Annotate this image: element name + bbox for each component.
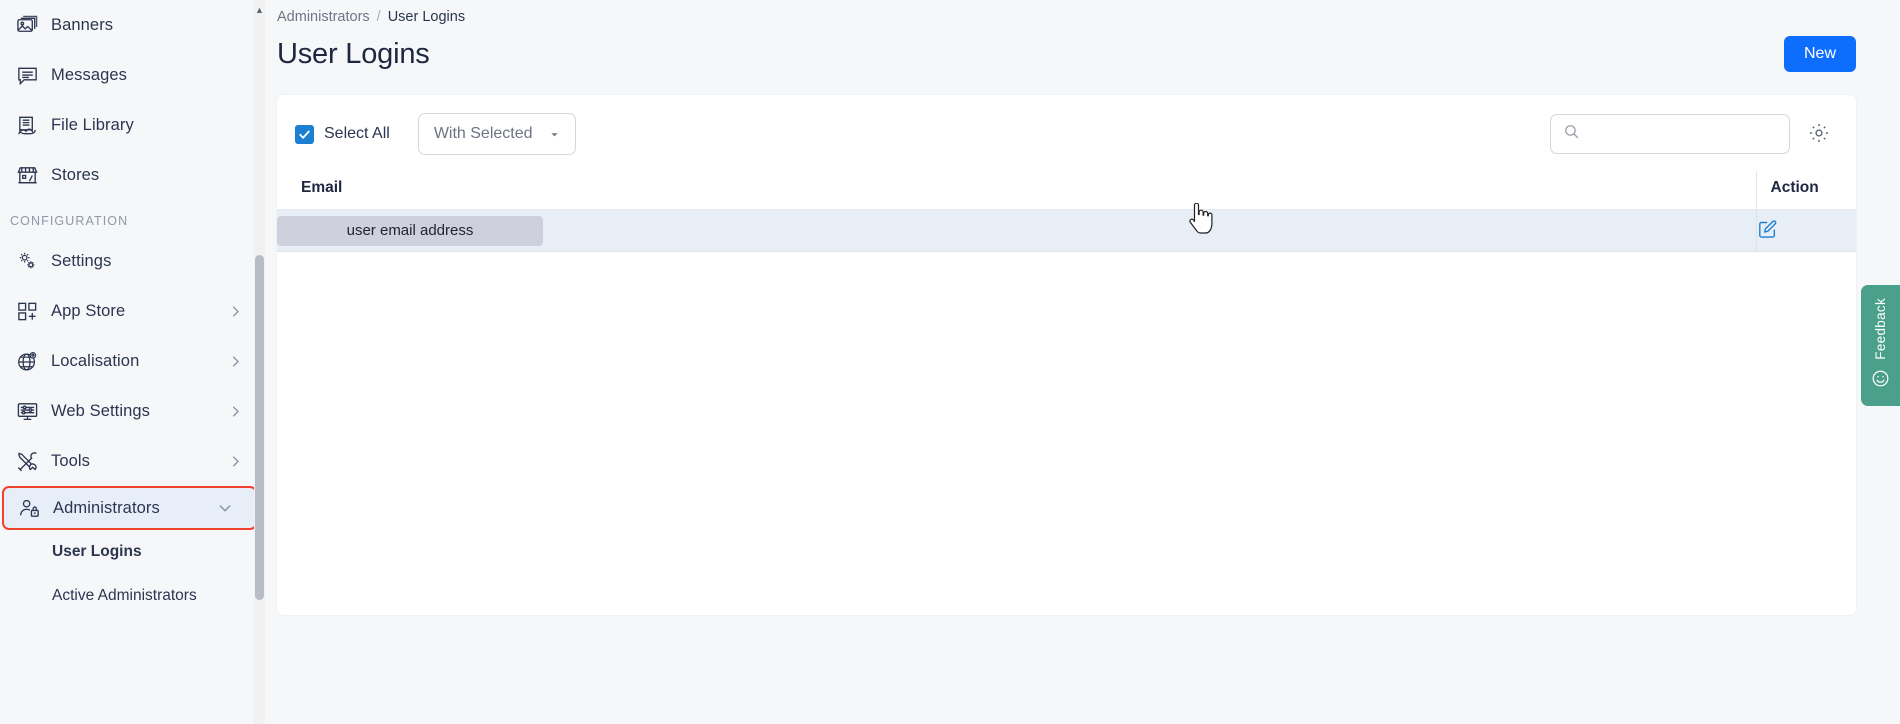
sidebar-subitem-label: User Logins bbox=[52, 543, 142, 560]
sidebar-item-label: Settings bbox=[51, 251, 112, 270]
sidebar-item-label: Tools bbox=[51, 451, 91, 470]
sidebar-item-label: Web Settings bbox=[51, 401, 151, 420]
table-row[interactable]: user email address bbox=[277, 209, 1856, 252]
feedback-label: Feedback bbox=[1873, 298, 1888, 360]
chevron-down-icon bbox=[217, 500, 233, 516]
sidebar-scrollbar-track[interactable]: ▲ bbox=[254, 0, 265, 724]
sidebar-scrollbar-thumb[interactable] bbox=[255, 255, 264, 600]
select-all-label: Select All bbox=[324, 125, 390, 142]
table-header-row: Email Action bbox=[277, 171, 1856, 210]
redacted-email-value: user email address bbox=[277, 215, 543, 246]
admin-application: Banners Messages File Library Stores CON… bbox=[0, 0, 1900, 724]
app-store-icon bbox=[10, 300, 44, 323]
breadcrumb-separator: / bbox=[376, 9, 381, 25]
table-head: Email Action bbox=[277, 171, 1856, 210]
sidebar-item-app-store[interactable]: App Store bbox=[0, 286, 265, 336]
sidebar-subitem-label: Active Administrators bbox=[52, 587, 197, 604]
column-header-email[interactable]: Email bbox=[277, 171, 1756, 210]
user-logins-card: Select All With Selected Email Action us… bbox=[277, 95, 1856, 615]
with-selected-label: With Selected bbox=[433, 125, 533, 142]
edit-pencil-icon bbox=[1757, 219, 1778, 243]
sidebar-item-label: Localisation bbox=[51, 351, 140, 370]
chat-icon bbox=[10, 64, 44, 87]
edit-row-button[interactable] bbox=[1757, 219, 1778, 243]
select-all-checkbox-wrapper[interactable]: Select All bbox=[295, 124, 390, 144]
sidebar-item-tools[interactable]: Tools bbox=[0, 436, 265, 486]
store-icon bbox=[10, 164, 44, 187]
sidebar-item-label: Banners bbox=[51, 15, 114, 34]
monitor-sliders-icon bbox=[10, 400, 44, 423]
with-selected-dropdown[interactable]: With Selected bbox=[417, 113, 576, 155]
breadcrumb: Administrators / User Logins bbox=[277, 0, 1878, 28]
sidebar-item-administrators[interactable]: Administrators bbox=[2, 486, 257, 530]
page-header-row: User Logins New bbox=[277, 28, 1878, 80]
scroll-up-arrow-icon[interactable]: ▲ bbox=[255, 6, 264, 15]
sidebar-item-label: Messages bbox=[51, 65, 128, 84]
sidebar-item-label: App Store bbox=[51, 301, 126, 320]
sidebar-item-file-library[interactable]: File Library bbox=[0, 100, 265, 150]
sidebar-section-configuration: CONFIGURATION bbox=[10, 214, 129, 228]
sidebar-item-banners[interactable]: Banners bbox=[0, 0, 265, 50]
cell-action bbox=[1755, 209, 1856, 252]
toolbar-right-group bbox=[1550, 114, 1834, 154]
feedback-tab[interactable]: Feedback bbox=[1861, 285, 1900, 406]
search-input[interactable] bbox=[1589, 115, 1779, 153]
globe-pin-icon bbox=[10, 350, 44, 373]
user-lock-icon bbox=[12, 497, 46, 520]
gears-icon bbox=[10, 250, 44, 273]
sidebar-item-stores[interactable]: Stores bbox=[0, 150, 265, 200]
table-settings-button[interactable] bbox=[1808, 122, 1830, 147]
chevron-right-icon bbox=[228, 404, 243, 419]
chevron-down-icon bbox=[547, 127, 562, 142]
search-box[interactable] bbox=[1550, 114, 1790, 154]
list-toolbar: Select All With Selected bbox=[277, 95, 1856, 171]
page-title: User Logins bbox=[277, 37, 430, 70]
file-library-icon bbox=[10, 114, 44, 137]
user-logins-table: Email Action user email address bbox=[277, 171, 1856, 252]
sidebar-subitem-user-logins[interactable]: User Logins bbox=[0, 530, 265, 574]
tools-icon bbox=[10, 450, 44, 473]
sidebar-item-localisation[interactable]: Localisation bbox=[0, 336, 265, 386]
sidebar-item-label: Administrators bbox=[53, 498, 160, 517]
new-button[interactable]: New bbox=[1783, 36, 1856, 72]
sidebar-item-label: File Library bbox=[51, 115, 134, 134]
column-header-action: Action bbox=[1755, 171, 1856, 210]
search-icon bbox=[1563, 123, 1580, 145]
table-body: user email address bbox=[277, 209, 1856, 252]
select-all-checkbox[interactable] bbox=[295, 124, 314, 144]
chevron-right-icon bbox=[228, 354, 243, 369]
chevron-right-icon bbox=[228, 454, 243, 469]
gear-icon bbox=[1808, 122, 1830, 147]
breadcrumb-current: User Logins bbox=[387, 9, 466, 25]
chevron-right-icon bbox=[228, 304, 243, 319]
sidebar-item-messages[interactable]: Messages bbox=[0, 50, 265, 100]
sidebar-item-settings[interactable]: Settings bbox=[0, 236, 265, 286]
images-icon bbox=[10, 14, 44, 37]
breadcrumb-parent[interactable]: Administrators bbox=[277, 9, 370, 25]
sidebar-subitem-active-administrators[interactable]: Active Administrators bbox=[0, 574, 265, 618]
main-content: Administrators / User Logins User Logins… bbox=[265, 0, 1900, 724]
sidebar-item-label: Stores bbox=[51, 165, 100, 184]
sidebar-navigation: Banners Messages File Library Stores CON… bbox=[0, 0, 265, 724]
cell-email: user email address bbox=[277, 209, 1756, 252]
sidebar-item-web-settings[interactable]: Web Settings bbox=[0, 386, 265, 436]
smiley-icon bbox=[1871, 369, 1890, 393]
